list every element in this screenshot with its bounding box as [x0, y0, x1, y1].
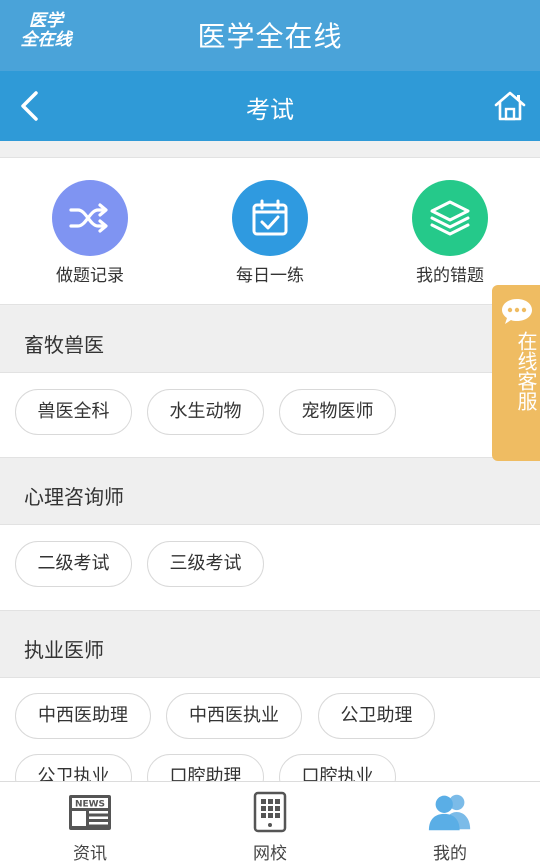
section-title: 执业医师 [24, 638, 104, 662]
exam-chip[interactable]: 口腔执业 [279, 754, 396, 781]
quick-action-circle [232, 180, 308, 256]
quick-action-daily[interactable]: 每日一练 [210, 180, 330, 286]
svg-text:NEWS: NEWS [75, 800, 105, 810]
app-title: 医学全在线 [197, 20, 343, 53]
exam-chip[interactable]: 公卫助理 [318, 693, 435, 739]
exam-chip[interactable]: 中西医助理 [15, 693, 151, 739]
online-service-label: 在线客服 [514, 331, 538, 411]
exam-chip[interactable]: 宠物医师 [279, 389, 396, 435]
tab-label: 资讯 [73, 844, 107, 864]
grid-tablet-icon [253, 791, 287, 833]
tab-news[interactable]: NEWS 资讯 [0, 782, 180, 865]
exam-chip[interactable]: 兽医全科 [15, 389, 132, 435]
calendar-check-icon [252, 199, 288, 236]
tab-label: 网校 [253, 844, 287, 864]
shuffle-icon [69, 203, 108, 233]
quick-actions-panel: 做题记录 每日一练 我的错题 [0, 157, 540, 305]
section-header-physician: 执业医师 [0, 611, 540, 677]
tab-icon-wrap: NEWS [66, 790, 114, 834]
home-icon [494, 91, 526, 121]
exam-chip[interactable]: 口腔助理 [147, 754, 264, 781]
quick-action-records[interactable]: 做题记录 [30, 180, 150, 286]
exam-chip[interactable]: 水生动物 [147, 389, 264, 435]
chat-bubble-icon [502, 299, 532, 324]
section-title: 心理咨询师 [24, 485, 124, 509]
brand-bar: 医学 全在线 医学全在线 [0, 0, 540, 71]
tab-mine[interactable]: 我的 [360, 782, 540, 865]
layers-icon [430, 200, 470, 236]
nav-bar: 考试 [0, 71, 540, 141]
users-icon [428, 794, 471, 831]
online-service-button[interactable]: 在线客服 [492, 285, 540, 461]
tab-label: 我的 [433, 844, 467, 864]
quick-action-label: 每日一练 [236, 266, 304, 286]
exam-chip[interactable]: 中西医执业 [166, 693, 302, 739]
exam-chip[interactable]: 三级考试 [147, 541, 264, 587]
news-icon: NEWS [69, 795, 111, 830]
section-title: 畜牧兽医 [24, 333, 104, 357]
bottom-tab-bar: NEWS 资讯 网校 我的 [0, 781, 540, 865]
home-button[interactable] [490, 86, 530, 126]
section-header-veterinary: 畜牧兽医 [0, 306, 540, 372]
exam-chip[interactable]: 公卫执业 [15, 754, 132, 781]
quick-action-label: 我的错题 [416, 266, 484, 286]
quick-action-circle [412, 180, 488, 256]
section-body-physician: 中西医助理 中西医执业 公卫助理 公卫执业 口腔助理 口腔执业 [0, 677, 540, 781]
quick-action-label: 做题记录 [56, 266, 124, 286]
exam-chip[interactable]: 二级考试 [15, 541, 132, 587]
section-body-veterinary: 兽医全科 水生动物 宠物医师 [0, 372, 540, 458]
quick-action-circle [52, 180, 128, 256]
tab-icon-wrap [246, 790, 294, 834]
section-body-psychology: 二级考试 三级考试 [0, 524, 540, 611]
page-title: 考试 [246, 96, 294, 124]
tab-school[interactable]: 网校 [180, 782, 360, 865]
quick-action-mistakes[interactable]: 我的错题 [390, 180, 510, 286]
tab-icon-wrap [426, 790, 474, 834]
section-header-psychology: 心理咨询师 [0, 458, 540, 524]
